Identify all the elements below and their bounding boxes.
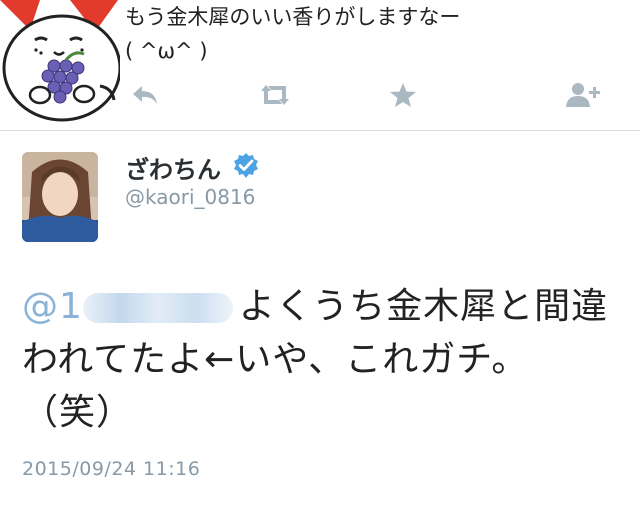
user-avatar[interactable] [22, 152, 98, 242]
follow-icon[interactable] [563, 78, 603, 112]
previous-tweet-text: もう金木犀のいい香りがしますなー ( ^ω^ ) [125, 0, 625, 68]
display-name[interactable]: ざわちん [125, 150, 221, 185]
tweet-line3: （笑） [22, 392, 134, 433]
user-handle[interactable]: @kaori_0816 [125, 185, 255, 209]
cat-avatar-icon[interactable] [0, 0, 122, 122]
tweet-line2: われてたよ←いや、これガチ。 [22, 339, 529, 380]
verified-badge-icon [232, 152, 260, 184]
favorite-icon[interactable] [383, 78, 423, 112]
tweet-actions [125, 78, 625, 112]
previous-tweet: もう金木犀のいい香りがしますなー ( ^ω^ ) [0, 0, 640, 130]
reply-icon[interactable] [125, 78, 165, 112]
tweet-timestamp[interactable]: 2015/09/24 11:16 [22, 458, 200, 480]
previous-tweet-line2: ( ^ω^ ) [125, 39, 208, 63]
retweet-icon[interactable] [255, 78, 295, 112]
divider [0, 130, 640, 131]
tweet-line1: @1 よくうち金木犀と間違 [22, 280, 622, 333]
tweet-text: @1 よくうち金木犀と間違 われてたよ←いや、これガチ。 （笑） [22, 280, 622, 439]
mention-link[interactable]: @1 [22, 286, 83, 327]
previous-tweet-line1: もう金木犀のいい香りがしますなー [125, 5, 461, 29]
blurred-username [82, 293, 233, 323]
tweet-line1-text: よくうち金木犀と間違 [238, 286, 609, 327]
